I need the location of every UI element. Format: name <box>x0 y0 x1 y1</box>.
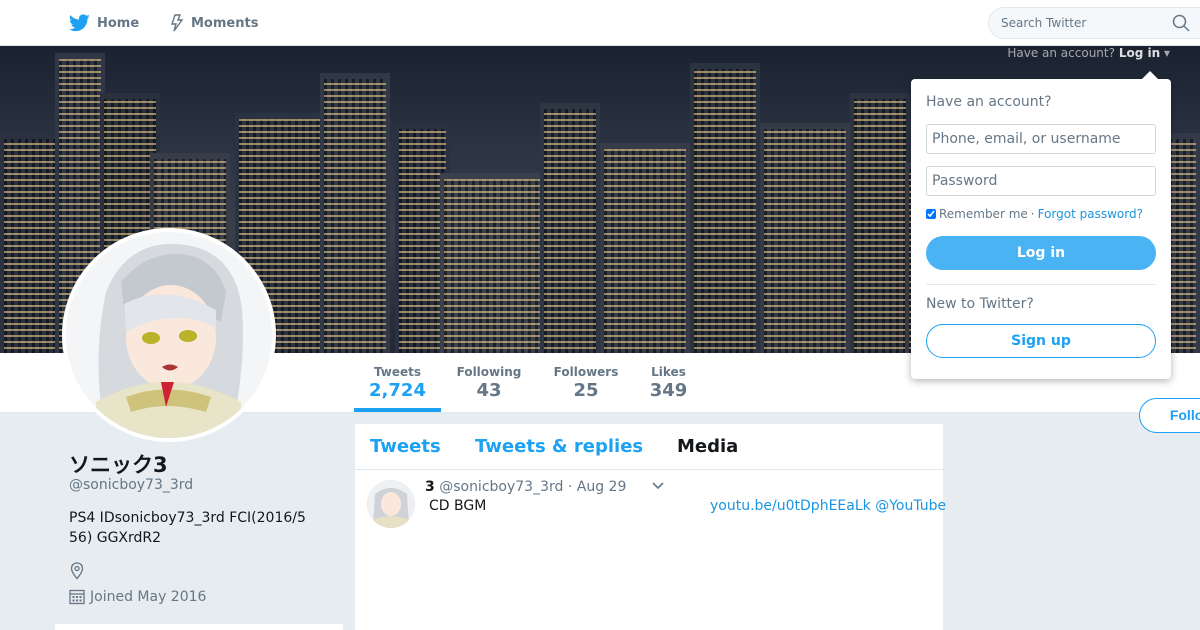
dropdown-title: Have an account? <box>926 94 1052 110</box>
signup-button[interactable]: Sign up <box>926 324 1156 358</box>
login-dropdown: Have an account? Remember me · Forgot pa… <box>911 71 1171 379</box>
twitter-bird-icon <box>69 14 90 32</box>
username-field[interactable] <box>926 124 1156 154</box>
profile-name: ソニック3 <box>69 453 168 477</box>
stat-followers[interactable]: Followers 25 <box>549 353 623 412</box>
nav-moments[interactable]: Moments <box>170 0 258 46</box>
avatar-image <box>66 232 272 438</box>
stat-value: 2,724 <box>369 380 426 401</box>
tweet-header: 3 @sonicboy73_3rd · Aug 29 <box>425 479 626 495</box>
nav-home-label: Home <box>97 15 140 31</box>
stat-value: 349 <box>649 380 688 401</box>
dropdown-caret <box>1141 71 1159 80</box>
remember-row: Remember me · Forgot password? <box>926 207 1143 221</box>
avatar[interactable] <box>62 228 276 442</box>
calendar-icon <box>69 589 85 605</box>
timeline-tabs: Tweets Tweets & replies Media <box>355 424 943 470</box>
login-hint-link[interactable]: Log in <box>1119 46 1160 60</box>
stat-label: Likes <box>651 365 686 379</box>
stat-label: Following <box>456 365 522 379</box>
stat-likes[interactable]: Likes 349 <box>645 353 692 412</box>
tab-tweets[interactable]: Tweets <box>370 436 441 457</box>
chevron-down-icon: ▾ <box>1163 46 1170 60</box>
tweet-author-name[interactable]: 3 <box>425 479 435 495</box>
joined-text: Joined May 2016 <box>90 588 207 605</box>
top-nav: Home Moments <box>0 0 1200 46</box>
profile-bio: PS4 IDsonicboy73_3rd FCI(2016/5 56) GGXr… <box>69 510 306 546</box>
profile-handle[interactable]: @sonicboy73_3rd <box>69 477 193 493</box>
tweet-text: CD BGM <box>429 498 487 514</box>
location-pin-icon <box>70 562 84 580</box>
search-input[interactable] <box>989 8 1169 38</box>
new-to-twitter-label: New to Twitter? <box>926 296 1034 312</box>
forgot-password-link[interactable]: Forgot password? <box>1038 207 1143 221</box>
stat-value: 43 <box>476 380 502 401</box>
search-icon[interactable] <box>1172 14 1190 32</box>
tweet-avatar-image <box>367 480 415 528</box>
tweet[interactable]: 3 @sonicboy73_3rd · Aug 29 CD BGM youtu.… <box>355 471 946 541</box>
stat-tweets[interactable]: Tweets 2,724 <box>354 353 441 412</box>
remember-checkbox[interactable] <box>926 209 936 219</box>
divider <box>926 284 1156 285</box>
lightning-icon <box>171 14 184 32</box>
login-hint[interactable]: Have an account? Log in ▾ <box>1007 46 1170 60</box>
joined-date: Joined May 2016 <box>69 588 206 605</box>
nav-moments-label: Moments <box>191 15 259 31</box>
stat-following[interactable]: Following 43 <box>450 353 528 412</box>
nav-home[interactable]: Home <box>69 0 139 46</box>
tweet-date[interactable]: · Aug 29 <box>568 479 627 495</box>
separator: · <box>1030 207 1035 221</box>
timeline: Tweets Tweets & replies Media 3 @sonicbo… <box>355 424 946 630</box>
chevron-down-icon[interactable] <box>651 481 665 491</box>
stat-label: Tweets <box>373 365 422 379</box>
login-hint-text: Have an account? <box>1007 46 1115 60</box>
left-card <box>55 624 343 630</box>
search-box <box>988 7 1200 39</box>
tab-tweets-replies[interactable]: Tweets & replies <box>475 436 643 457</box>
tweet-avatar[interactable] <box>367 480 415 528</box>
password-field[interactable] <box>926 166 1156 196</box>
tweet-author-handle[interactable]: @sonicboy73_3rd <box>439 479 563 495</box>
stat-label: Followers <box>553 365 619 379</box>
remember-label[interactable]: Remember me <box>939 207 1028 221</box>
tab-media[interactable]: Media <box>677 436 738 457</box>
stat-value: 25 <box>573 380 599 401</box>
tweet-link[interactable]: youtu.be/u0tDphEEaLk @YouTube <box>710 498 946 514</box>
login-button[interactable]: Log in <box>926 236 1156 270</box>
follow-button[interactable]: Follow <box>1139 398 1200 433</box>
